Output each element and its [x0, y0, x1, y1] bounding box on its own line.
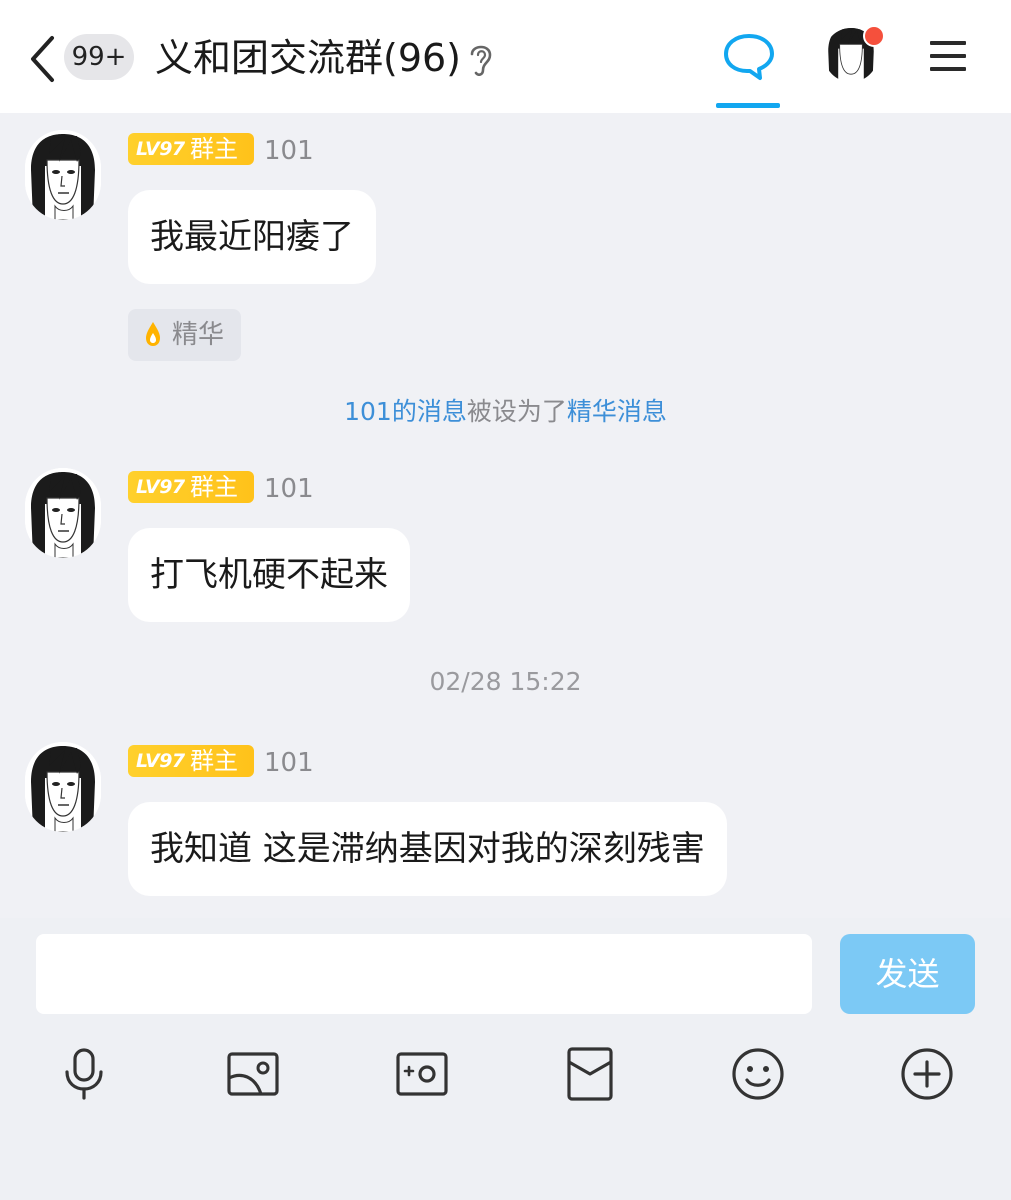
chat-area[interactable]: LV97 群主 101 我最近阳痿了 精华 101的消息被设为了精华消息 LV9… — [0, 113, 1011, 918]
group-title: 义和团交流群(96) — [155, 36, 462, 80]
sender-name[interactable]: 101 — [264, 473, 314, 505]
face-portrait-icon — [25, 742, 101, 832]
sender-avatar[interactable] — [25, 742, 101, 832]
role-label: 群主 — [190, 747, 238, 775]
ear-icon — [470, 45, 492, 76]
role-label: 群主 — [190, 473, 238, 501]
flame-drop-icon — [146, 322, 160, 346]
picture-icon[interactable] — [225, 1046, 281, 1102]
chat-tab-underline — [716, 103, 780, 108]
top-bar: 99+ 义和团交流群(96) — [0, 0, 1011, 113]
essence-tag-label: 精华 — [172, 320, 225, 350]
plus-icon[interactable] — [899, 1046, 955, 1102]
sender-name[interactable]: 101 — [264, 747, 314, 779]
back-chevron-icon[interactable] — [28, 34, 58, 84]
system-notice-text: 被设为了 — [466, 397, 567, 426]
input-bar: 发送 — [0, 918, 1011, 1200]
system-notice-sender-link[interactable]: 101的消息 — [344, 397, 467, 426]
send-button[interactable]: 发送 — [840, 934, 975, 1014]
face-portrait-icon — [25, 130, 101, 220]
face-portrait-icon — [25, 468, 101, 558]
system-notice-essence-link[interactable]: 精华消息 — [567, 397, 667, 426]
essence-tag[interactable]: 精华 — [128, 309, 241, 361]
level-role-badge: LV97 群主 — [128, 745, 254, 777]
level-label: LV97 — [136, 476, 185, 498]
camera-icon[interactable] — [394, 1046, 450, 1102]
sender-avatar[interactable] — [25, 130, 101, 220]
emoji-icon[interactable] — [730, 1046, 786, 1102]
sender-avatar[interactable] — [25, 468, 101, 558]
notification-dot — [863, 25, 885, 47]
chat-bubble-icon[interactable] — [722, 32, 776, 82]
level-role-badge: LV97 群主 — [128, 471, 254, 503]
level-role-badge: LV97 群主 — [128, 133, 254, 165]
microphone-icon[interactable] — [56, 1046, 112, 1102]
message-bubble[interactable]: 打飞机硬不起来 — [128, 528, 410, 622]
message-bubble[interactable]: 我最近阳痿了 — [128, 190, 376, 284]
system-notice: 101的消息被设为了精华消息 — [0, 396, 1011, 428]
menu-icon[interactable] — [928, 38, 968, 74]
level-label: LV97 — [136, 138, 185, 160]
message-bubble[interactable]: 我知道 这是滞纳基因对我的深刻残害 — [128, 802, 727, 896]
role-label: 群主 — [190, 135, 238, 163]
sender-name[interactable]: 101 — [264, 135, 314, 167]
red-envelope-icon[interactable] — [562, 1046, 618, 1102]
message-input[interactable] — [36, 934, 812, 1014]
unread-count-badge[interactable]: 99+ — [64, 34, 134, 80]
timestamp: 02/28 15:22 — [429, 667, 582, 696]
level-label: LV97 — [136, 750, 185, 772]
